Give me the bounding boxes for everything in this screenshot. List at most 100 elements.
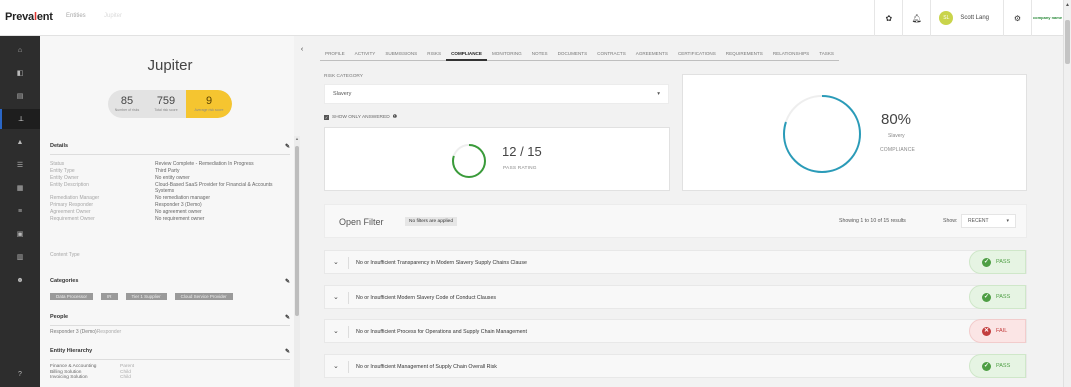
risk-category-label: RISK CATEGORY — [324, 74, 364, 79]
document-icon[interactable]: ▤ — [0, 86, 40, 106]
company-logo: company name — [1031, 0, 1063, 36]
tab-submissions[interactable]: SUBMISSIONS — [380, 48, 422, 61]
status-badge: ✓ PASS — [969, 354, 1026, 378]
result-title: No or Insufficient Management of Supply … — [356, 364, 497, 370]
open-filter-button[interactable]: Open Filter — [339, 217, 384, 227]
chevron-down-icon[interactable]: ⌄ — [333, 327, 339, 335]
check-icon: ✓ — [982, 257, 991, 267]
compliance-ring — [783, 95, 861, 173]
categories-section: Categories ✎ Data Processor IR Tier 1 Sup… — [50, 278, 290, 300]
result-title: No or Insufficient Process for Operation… — [356, 329, 527, 335]
show-label: Show: — [943, 218, 958, 224]
details-section: Details ✎ Status Review Complete - Remedia… — [50, 143, 290, 222]
grid-icon[interactable]: ▣ — [0, 224, 40, 244]
checkbox-checked-icon[interactable]: ✓ — [324, 114, 329, 120]
tab-monitoring[interactable]: MONITORING — [487, 48, 527, 61]
bell-icon[interactable]: 🔔︎ — [902, 0, 930, 36]
hierarchy-row[interactable]: Invoicing Solution Child — [50, 375, 290, 381]
chevron-down-icon[interactable]: ⌄ — [333, 293, 339, 301]
category-tag: Data Processor — [50, 293, 94, 300]
chevron-down-icon[interactable]: ⌄ — [333, 258, 339, 266]
gear-icon[interactable]: ✿ — [874, 0, 902, 36]
detail-row: Entity Description Cloud-Based SaaS Provi… — [50, 182, 273, 194]
user-menu[interactable]: SL Scott Lang — [930, 0, 1003, 36]
scroll-thumb[interactable] — [1065, 20, 1070, 64]
entity-tabs: PROFILE ACTIVITY SUBMISSIONS RISKS COMPL… — [320, 48, 839, 61]
result-row[interactable]: ⌄ No or Insufficient Transparency in Mod… — [324, 250, 1027, 274]
users-icon[interactable]: ☻ — [0, 270, 40, 290]
detail-row: Status Review Complete - Remediation In P… — [50, 161, 254, 167]
result-row[interactable]: ⌄ No or Insufficient Process for Operati… — [324, 319, 1027, 343]
status-badge: ✕ FAIL — [969, 319, 1026, 343]
status-badge: ✓ PASS — [969, 250, 1026, 274]
result-row[interactable]: ⌄ No or Insufficient Management of Suppl… — [324, 354, 1027, 378]
detail-row: Agreement Owner No agreement owner — [50, 209, 202, 215]
edit-details-icon[interactable]: ✎ — [285, 143, 290, 150]
show-only-answered-checkbox[interactable]: ✓ SHOW ONLY ANSWERED ❶ — [324, 114, 397, 120]
results-count: Showing 1 to 10 of 15 results — [839, 218, 906, 224]
filter-status-badge: No filters are applied — [405, 217, 457, 226]
risk-category-select[interactable]: Slavery ▾ — [324, 84, 669, 104]
tab-activity[interactable]: ACTIVITY — [350, 48, 381, 61]
people-entry: Responder 3 (Demo)Responder — [50, 329, 122, 335]
detail-row: Entity Owner No entity owner — [50, 175, 190, 181]
edit-hierarchy-icon[interactable]: ✎ — [285, 348, 290, 355]
dropdown-arrow-icon: ▾ — [657, 91, 660, 97]
settings-icon[interactable]: ⚙ — [1003, 0, 1031, 36]
help-icon[interactable]: ? — [0, 364, 40, 384]
tab-profile[interactable]: PROFILE — [320, 48, 350, 61]
list-icon[interactable]: ☰ — [0, 155, 40, 175]
compliance-card: 80% Slavery COMPLIANCE — [682, 74, 1027, 191]
chart-icon[interactable]: ▥ — [0, 247, 40, 267]
panel-scrollbar[interactable]: ▲ — [294, 136, 300, 387]
top-bar: Prevalent Entities Jupiter ✿ 🔔︎ SL Scott… — [0, 0, 1063, 36]
tab-tasks[interactable]: TASKS — [814, 48, 839, 61]
tab-agreements[interactable]: AGREEMENTS — [631, 48, 673, 61]
hierarchy-section: Entity Hierarchy ✎ Finance & Accounting Pa… — [50, 348, 290, 381]
tab-contracts[interactable]: CONTRACTS — [592, 48, 631, 61]
result-row[interactable]: ⌄ No or Insufficient Modern Slavery Code… — [324, 285, 1027, 309]
result-title: No or Insufficient Transparency in Moder… — [356, 260, 527, 266]
edit-categories-icon[interactable]: ✎ — [285, 278, 290, 285]
detail-row: Requirement Owner No requirement owner — [50, 216, 205, 222]
tab-compliance[interactable]: COMPLIANCE — [446, 48, 487, 61]
home-icon[interactable]: ⌂ — [0, 40, 40, 60]
scroll-up-icon[interactable]: ▲ — [295, 136, 299, 141]
warning-icon[interactable]: ▲ — [0, 132, 40, 152]
tab-certifications[interactable]: CERTIFICATIONS — [673, 48, 721, 61]
calendar-icon[interactable]: ▦ — [0, 178, 40, 198]
avatar: SL — [939, 11, 954, 25]
details-title: Details — [50, 143, 69, 149]
panel-scroll-thumb[interactable] — [295, 146, 299, 316]
collapse-panel-icon[interactable]: ‹ — [296, 46, 308, 58]
prevalent-logo[interactable]: Prevalent — [5, 11, 53, 23]
table-icon[interactable]: ≡ — [0, 201, 40, 221]
entity-panel: Jupiter 85 Number of risks 759 Total risk … — [40, 36, 300, 387]
scroll-up-icon[interactable]: ▲ — [1065, 2, 1070, 8]
tab-relationships[interactable]: RELATIONSHIPS — [768, 48, 814, 61]
page-scrollbar[interactable]: ▲ — [1063, 0, 1071, 387]
pass-rating-ring — [452, 144, 486, 178]
check-icon: ✓ — [982, 292, 991, 302]
user-name: Scott Lang — [960, 15, 989, 21]
tab-requirements[interactable]: REQUIREMENTS — [721, 48, 768, 61]
tab-notes[interactable]: NOTES — [527, 48, 553, 61]
detail-row: Remediation Manager No remediation manage… — [50, 195, 211, 201]
info-icon[interactable]: ❶ — [393, 114, 397, 120]
chevron-down-icon[interactable]: ⌄ — [333, 362, 339, 370]
tab-risks[interactable]: RISKS — [422, 48, 446, 61]
dashboard-icon[interactable]: ◧ — [0, 63, 40, 83]
sort-select[interactable]: RECENT ▾ — [961, 214, 1016, 228]
content-type: Content Type — [50, 252, 80, 258]
hierarchy-icon[interactable]: ⊥ — [0, 109, 40, 129]
breadcrumb-entities[interactable]: Entities — [66, 13, 86, 19]
tab-documents[interactable]: DOCUMENTS — [553, 48, 593, 61]
edit-people-icon[interactable]: ✎ — [285, 314, 290, 321]
close-icon: ✕ — [982, 326, 991, 336]
entity-name: Jupiter — [147, 57, 193, 74]
risk-score-summary: 85 Number of risks 759 Total risk score 9A… — [108, 90, 232, 118]
compliance-percent: 80% — [881, 111, 912, 128]
category-tag: IR — [101, 293, 118, 300]
pass-rating-label: PASS RATING — [503, 166, 537, 171]
total-risk-score: 759 Total risk score — [154, 95, 178, 112]
